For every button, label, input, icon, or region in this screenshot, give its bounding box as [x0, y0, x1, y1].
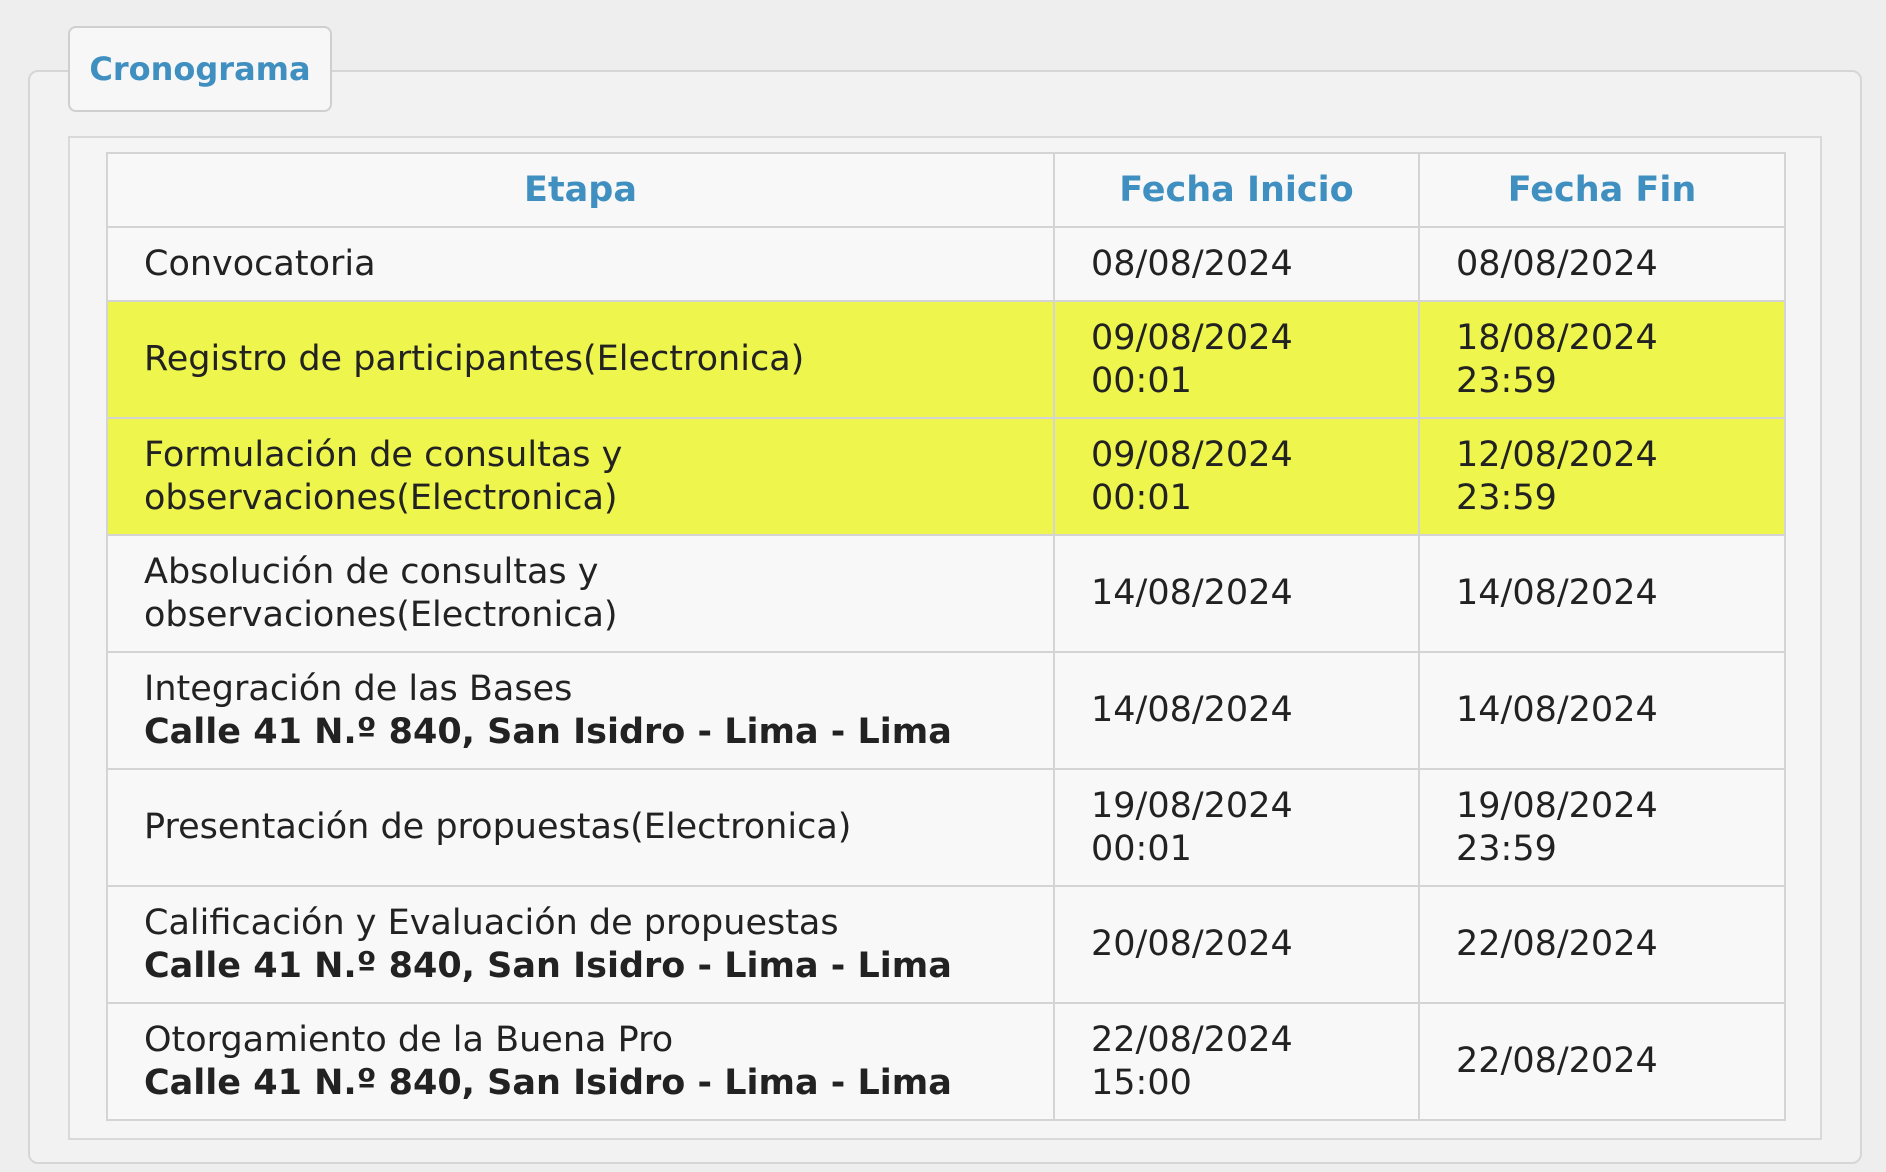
time-value: 23:59 — [1456, 828, 1557, 869]
time-value: 15:00 — [1091, 1062, 1192, 1103]
cell-stage: Absolución de consultas y observaciones(E… — [106, 534, 1055, 653]
cell-end-date: 14/08/2024 — [1418, 534, 1786, 653]
cell-stage: Calificación y Evaluación de propuestas C… — [106, 885, 1055, 1004]
cell-stage: Presentación de propuestas(Electronica) — [106, 768, 1055, 887]
stage-address: Calle 41 N.º 840, San Isidro - Lima - Li… — [144, 1062, 952, 1103]
cell-start-date: 08/08/2024 — [1053, 226, 1420, 302]
cell-end-date: 22/08/2024 — [1418, 1002, 1786, 1121]
time-value: 00:01 — [1091, 828, 1192, 869]
cell-end-date: 22/08/2024 — [1418, 885, 1786, 1004]
date-value: 12/08/2024 — [1456, 434, 1658, 475]
stage-name: Otorgamiento de la Buena Pro — [144, 1019, 674, 1060]
cell-end-date: 08/08/2024 — [1418, 226, 1786, 302]
date-value: 19/08/2024 — [1456, 785, 1658, 826]
column-header-stage: Etapa — [106, 152, 1055, 228]
stage-name: Registro de participantes(Electronica) — [144, 339, 805, 379]
time-value: 00:01 — [1091, 360, 1192, 401]
stage-name-continued: observaciones(Electronica) — [144, 477, 618, 518]
table-row: Otorgamiento de la Buena Pro Calle 41 N.º… — [106, 1002, 1786, 1121]
cell-end-date: 12/08/2024 23:59 — [1418, 417, 1786, 536]
date-value: 20/08/2024 — [1091, 924, 1293, 964]
cell-stage: Formulación de consultas y observaciones(… — [106, 417, 1055, 536]
column-header-start-date: Fecha Inicio — [1053, 152, 1420, 228]
schedule-table: Etapa Fecha Inicio Fecha Fin Convocatori… — [106, 152, 1786, 1121]
table-row: Calificación y Evaluación de propuestas C… — [106, 885, 1786, 1004]
stage-address: Calle 41 N.º 840, San Isidro - Lima - Li… — [144, 945, 952, 986]
cell-end-date: 19/08/2024 23:59 — [1418, 768, 1786, 887]
time-value: 23:59 — [1456, 477, 1557, 518]
stage-name: Presentación de propuestas(Electronica) — [144, 807, 852, 847]
cell-start-date: 14/08/2024 — [1053, 534, 1420, 653]
table-row: Integración de las Bases Calle 41 N.º 840… — [106, 651, 1786, 770]
time-value: 00:01 — [1091, 477, 1192, 518]
tab-cronograma[interactable]: Cronograma — [68, 26, 332, 112]
cell-start-date: 20/08/2024 — [1053, 885, 1420, 1004]
date-value: 18/08/2024 — [1456, 317, 1658, 358]
stage-name: Formulación de consultas y — [144, 434, 623, 475]
column-header-end-date: Fecha Fin — [1418, 152, 1786, 228]
table-header-row: Etapa Fecha Inicio Fecha Fin — [106, 152, 1786, 228]
date-value: 14/08/2024 — [1456, 573, 1658, 613]
cell-stage: Integración de las Bases Calle 41 N.º 840… — [106, 651, 1055, 770]
date-value: 09/08/2024 — [1091, 317, 1293, 358]
date-value: 19/08/2024 — [1091, 785, 1293, 826]
date-value: 08/08/2024 — [1091, 243, 1293, 284]
date-value: 14/08/2024 — [1091, 690, 1293, 730]
table-row: Registro de participantes(Electronica) 09… — [106, 300, 1786, 419]
date-value: 08/08/2024 — [1456, 243, 1658, 284]
stage-name: Integración de las Bases — [144, 668, 573, 709]
cell-end-date: 18/08/2024 23:59 — [1418, 300, 1786, 419]
stage-name: Convocatoria — [144, 243, 376, 284]
table-row: Presentación de propuestas(Electronica) 1… — [106, 768, 1786, 887]
cell-stage: Registro de participantes(Electronica) — [106, 300, 1055, 419]
stage-name-continued: observaciones(Electronica) — [144, 594, 618, 635]
time-value: 23:59 — [1456, 360, 1557, 401]
table-row: Formulación de consultas y observaciones(… — [106, 417, 1786, 536]
cell-start-date: 09/08/2024 00:01 — [1053, 417, 1420, 536]
date-value: 22/08/2024 — [1456, 924, 1658, 964]
cell-stage: Convocatoria — [106, 226, 1055, 302]
date-value: 14/08/2024 — [1091, 573, 1293, 613]
stage-name: Calificación y Evaluación de propuestas — [144, 902, 839, 943]
date-value: 09/08/2024 — [1091, 434, 1293, 475]
table-row: Convocatoria 08/08/2024 08/08/2024 — [106, 226, 1786, 302]
cell-stage: Otorgamiento de la Buena Pro Calle 41 N.º… — [106, 1002, 1055, 1121]
stage-name: Absolución de consultas y — [144, 551, 599, 592]
cell-end-date: 14/08/2024 — [1418, 651, 1786, 770]
cell-start-date: 09/08/2024 00:01 — [1053, 300, 1420, 419]
table-row: Absolución de consultas y observaciones(E… — [106, 534, 1786, 653]
cell-start-date: 22/08/2024 15:00 — [1053, 1002, 1420, 1121]
stage-address: Calle 41 N.º 840, San Isidro - Lima - Li… — [144, 711, 952, 752]
cell-start-date: 14/08/2024 — [1053, 651, 1420, 770]
date-value: 22/08/2024 — [1091, 1019, 1293, 1060]
date-value: 14/08/2024 — [1456, 690, 1658, 730]
cell-start-date: 19/08/2024 00:01 — [1053, 768, 1420, 887]
date-value: 22/08/2024 — [1456, 1041, 1658, 1081]
